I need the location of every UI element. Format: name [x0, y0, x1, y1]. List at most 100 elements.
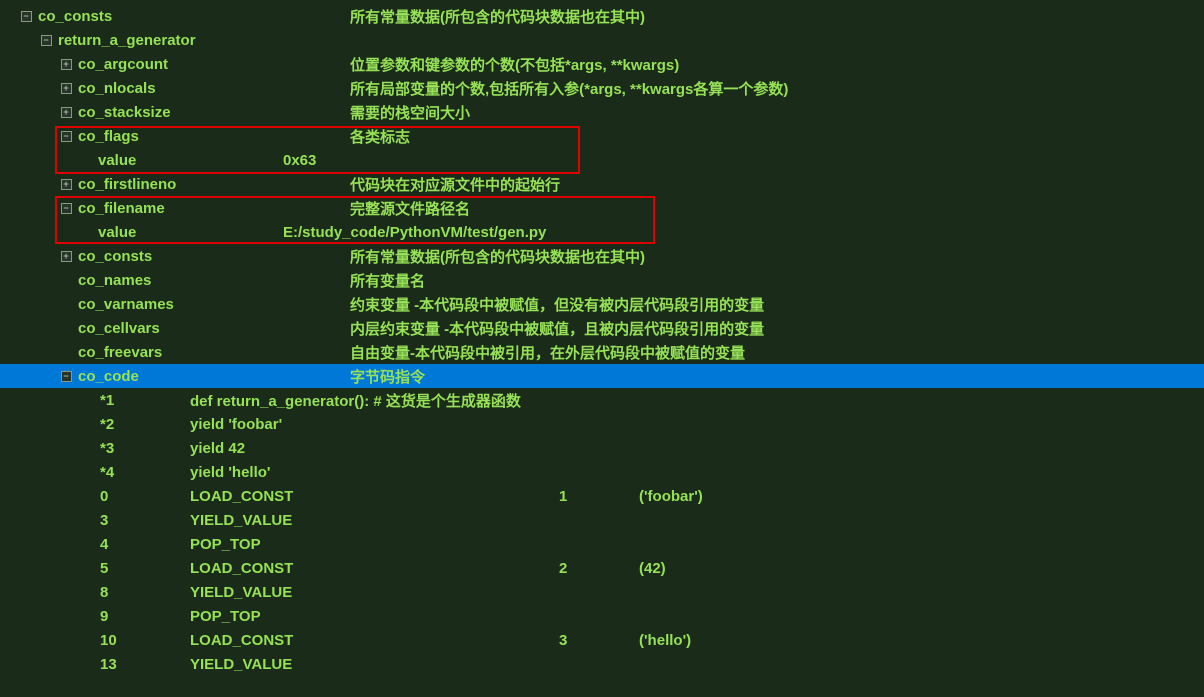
source-line: *4 yield 'hello'	[0, 460, 1204, 484]
tree-item-co-nlocals[interactable]: + co_nlocals 所有局部变量的个数,包括所有入参(*args, **k…	[0, 76, 1204, 100]
spacer-icon	[80, 154, 92, 166]
bytecode-instr: YIELD_VALUE	[190, 512, 559, 529]
tree-item-return-a-generator[interactable]: − return_a_generator	[0, 28, 1204, 52]
tree-label: co_flags	[78, 128, 248, 145]
tree-desc: 所有常量数据(所包含的代码块数据也在其中)	[350, 6, 645, 27]
tree-item-co-stacksize[interactable]: + co_stacksize 需要的栈空间大小	[0, 100, 1204, 124]
expand-icon[interactable]: +	[60, 58, 72, 70]
bytecode-arg: 3	[559, 632, 639, 649]
spacer-icon	[60, 274, 72, 286]
tree-label: value	[98, 152, 283, 169]
expand-icon[interactable]: +	[60, 178, 72, 190]
bytecode-line: 8 YIELD_VALUE	[0, 580, 1204, 604]
tree-item-co-flags-value[interactable]: value 0x63	[0, 148, 1204, 172]
bytecode-line: 0 LOAD_CONST 1 ('foobar')	[0, 484, 1204, 508]
expand-icon[interactable]: +	[60, 82, 72, 94]
tree-desc: 各类标志	[350, 126, 410, 147]
bytecode-argval: ('foobar')	[639, 488, 703, 505]
tree-desc: 约束变量 -本代码段中被赋值，但没有被内层代码段引用的变量	[350, 294, 764, 315]
bytecode-offset: 10	[100, 632, 190, 649]
tree-item-co-firstlineno[interactable]: + co_firstlineno 代码块在对应源文件中的起始行	[0, 172, 1204, 196]
tree-desc: 需要的栈空间大小	[350, 102, 470, 123]
spacer-icon	[80, 226, 92, 238]
tree-label: co_names	[78, 272, 248, 289]
source-lineno: *3	[100, 440, 190, 457]
bytecode-offset: 0	[100, 488, 190, 505]
source-lineno: *1	[100, 392, 190, 409]
bytecode-offset: 8	[100, 584, 190, 601]
tree-desc: 所有常量数据(所包含的代码块数据也在其中)	[350, 246, 645, 267]
tree-item-co-filename[interactable]: − co_filename 完整源文件路径名	[0, 196, 1204, 220]
collapse-icon[interactable]: −	[60, 370, 72, 382]
tree-label: co_consts	[78, 248, 248, 265]
tree-item-co-filename-value[interactable]: value E:/study_code/PythonVM/test/gen.py	[0, 220, 1204, 244]
tree-label: value	[98, 224, 283, 241]
expand-icon[interactable]: +	[60, 250, 72, 262]
tree-value: E:/study_code/PythonVM/test/gen.py	[283, 224, 546, 241]
tree-label: return_a_generator	[58, 32, 228, 49]
bytecode-instr: POP_TOP	[190, 608, 559, 625]
tree-label: co_consts	[38, 8, 208, 25]
tree-label: co_varnames	[78, 296, 248, 313]
source-text: yield 42	[190, 440, 1204, 457]
collapse-icon[interactable]: −	[20, 10, 32, 22]
tree-desc: 字节码指令	[350, 366, 425, 387]
bytecode-line: 10 LOAD_CONST 3 ('hello')	[0, 628, 1204, 652]
bytecode-line: 4 POP_TOP	[0, 532, 1204, 556]
tree-item-co-code[interactable]: − co_code 字节码指令	[0, 364, 1204, 388]
bytecode-instr: YIELD_VALUE	[190, 584, 559, 601]
tree-label: co_stacksize	[78, 104, 248, 121]
tree-item-co-names[interactable]: co_names 所有变量名	[0, 268, 1204, 292]
tree-item-co-freevars[interactable]: co_freevars 自由变量-本代码段中被引用，在外层代码段中被赋值的变量	[0, 340, 1204, 364]
bytecode-argval: (42)	[639, 560, 666, 577]
bytecode-argval: ('hello')	[639, 632, 691, 649]
tree-item-co-consts[interactable]: + co_consts 所有常量数据(所包含的代码块数据也在其中)	[0, 244, 1204, 268]
source-text: yield 'foobar'	[190, 416, 1204, 433]
tree-desc: 所有变量名	[350, 270, 425, 291]
collapse-icon[interactable]: −	[60, 202, 72, 214]
bytecode-offset: 5	[100, 560, 190, 577]
bytecode-offset: 13	[100, 656, 190, 673]
tree-label: co_argcount	[78, 56, 248, 73]
tree-label: co_code	[78, 368, 248, 385]
tree-desc: 所有局部变量的个数,包括所有入参(*args, **kwargs各算一个参数)	[350, 78, 788, 99]
tree-label: co_freevars	[78, 344, 248, 361]
bytecode-instr: LOAD_CONST	[190, 560, 559, 577]
collapse-icon[interactable]: −	[60, 130, 72, 142]
tree-item-co-varnames[interactable]: co_varnames 约束变量 -本代码段中被赋值，但没有被内层代码段引用的变…	[0, 292, 1204, 316]
bytecode-line: 13 YIELD_VALUE	[0, 652, 1204, 676]
source-text: def return_a_generator(): # 这货是个生成器函数	[190, 390, 1204, 411]
object-tree: − co_consts 所有常量数据(所包含的代码块数据也在其中) − retu…	[0, 0, 1204, 680]
bytecode-instr: LOAD_CONST	[190, 488, 559, 505]
source-lineno: *4	[100, 464, 190, 481]
source-line: *2 yield 'foobar'	[0, 412, 1204, 436]
bytecode-offset: 3	[100, 512, 190, 529]
tree-desc: 位置参数和键参数的个数(不包括*args, **kwargs)	[350, 54, 679, 75]
tree-label: co_firstlineno	[78, 176, 248, 193]
bytecode-offset: 4	[100, 536, 190, 553]
tree-item-co-cellvars[interactable]: co_cellvars 内层约束变量 -本代码段中被赋值，且被内层代码段引用的变…	[0, 316, 1204, 340]
tree-item-co-flags[interactable]: − co_flags 各类标志	[0, 124, 1204, 148]
tree-label: co_filename	[78, 200, 248, 217]
tree-item-co-argcount[interactable]: + co_argcount 位置参数和键参数的个数(不包括*args, **kw…	[0, 52, 1204, 76]
bytecode-instr: LOAD_CONST	[190, 632, 559, 649]
source-lineno: *2	[100, 416, 190, 433]
tree-desc: 完整源文件路径名	[350, 198, 470, 219]
spacer-icon	[60, 322, 72, 334]
source-text: yield 'hello'	[190, 464, 1204, 481]
bytecode-line: 5 LOAD_CONST 2 (42)	[0, 556, 1204, 580]
collapse-icon[interactable]: −	[40, 34, 52, 46]
expand-icon[interactable]: +	[60, 106, 72, 118]
tree-desc: 代码块在对应源文件中的起始行	[350, 174, 560, 195]
bytecode-arg: 1	[559, 488, 639, 505]
bytecode-line: 3 YIELD_VALUE	[0, 508, 1204, 532]
tree-label: co_cellvars	[78, 320, 248, 337]
tree-desc: 自由变量-本代码段中被引用，在外层代码段中被赋值的变量	[350, 342, 745, 363]
spacer-icon	[60, 346, 72, 358]
tree-item-co-consts-root[interactable]: − co_consts 所有常量数据(所包含的代码块数据也在其中)	[0, 4, 1204, 28]
bytecode-arg: 2	[559, 560, 639, 577]
bytecode-offset: 9	[100, 608, 190, 625]
bytecode-line: 9 POP_TOP	[0, 604, 1204, 628]
source-line: *3 yield 42	[0, 436, 1204, 460]
tree-label: co_nlocals	[78, 80, 248, 97]
